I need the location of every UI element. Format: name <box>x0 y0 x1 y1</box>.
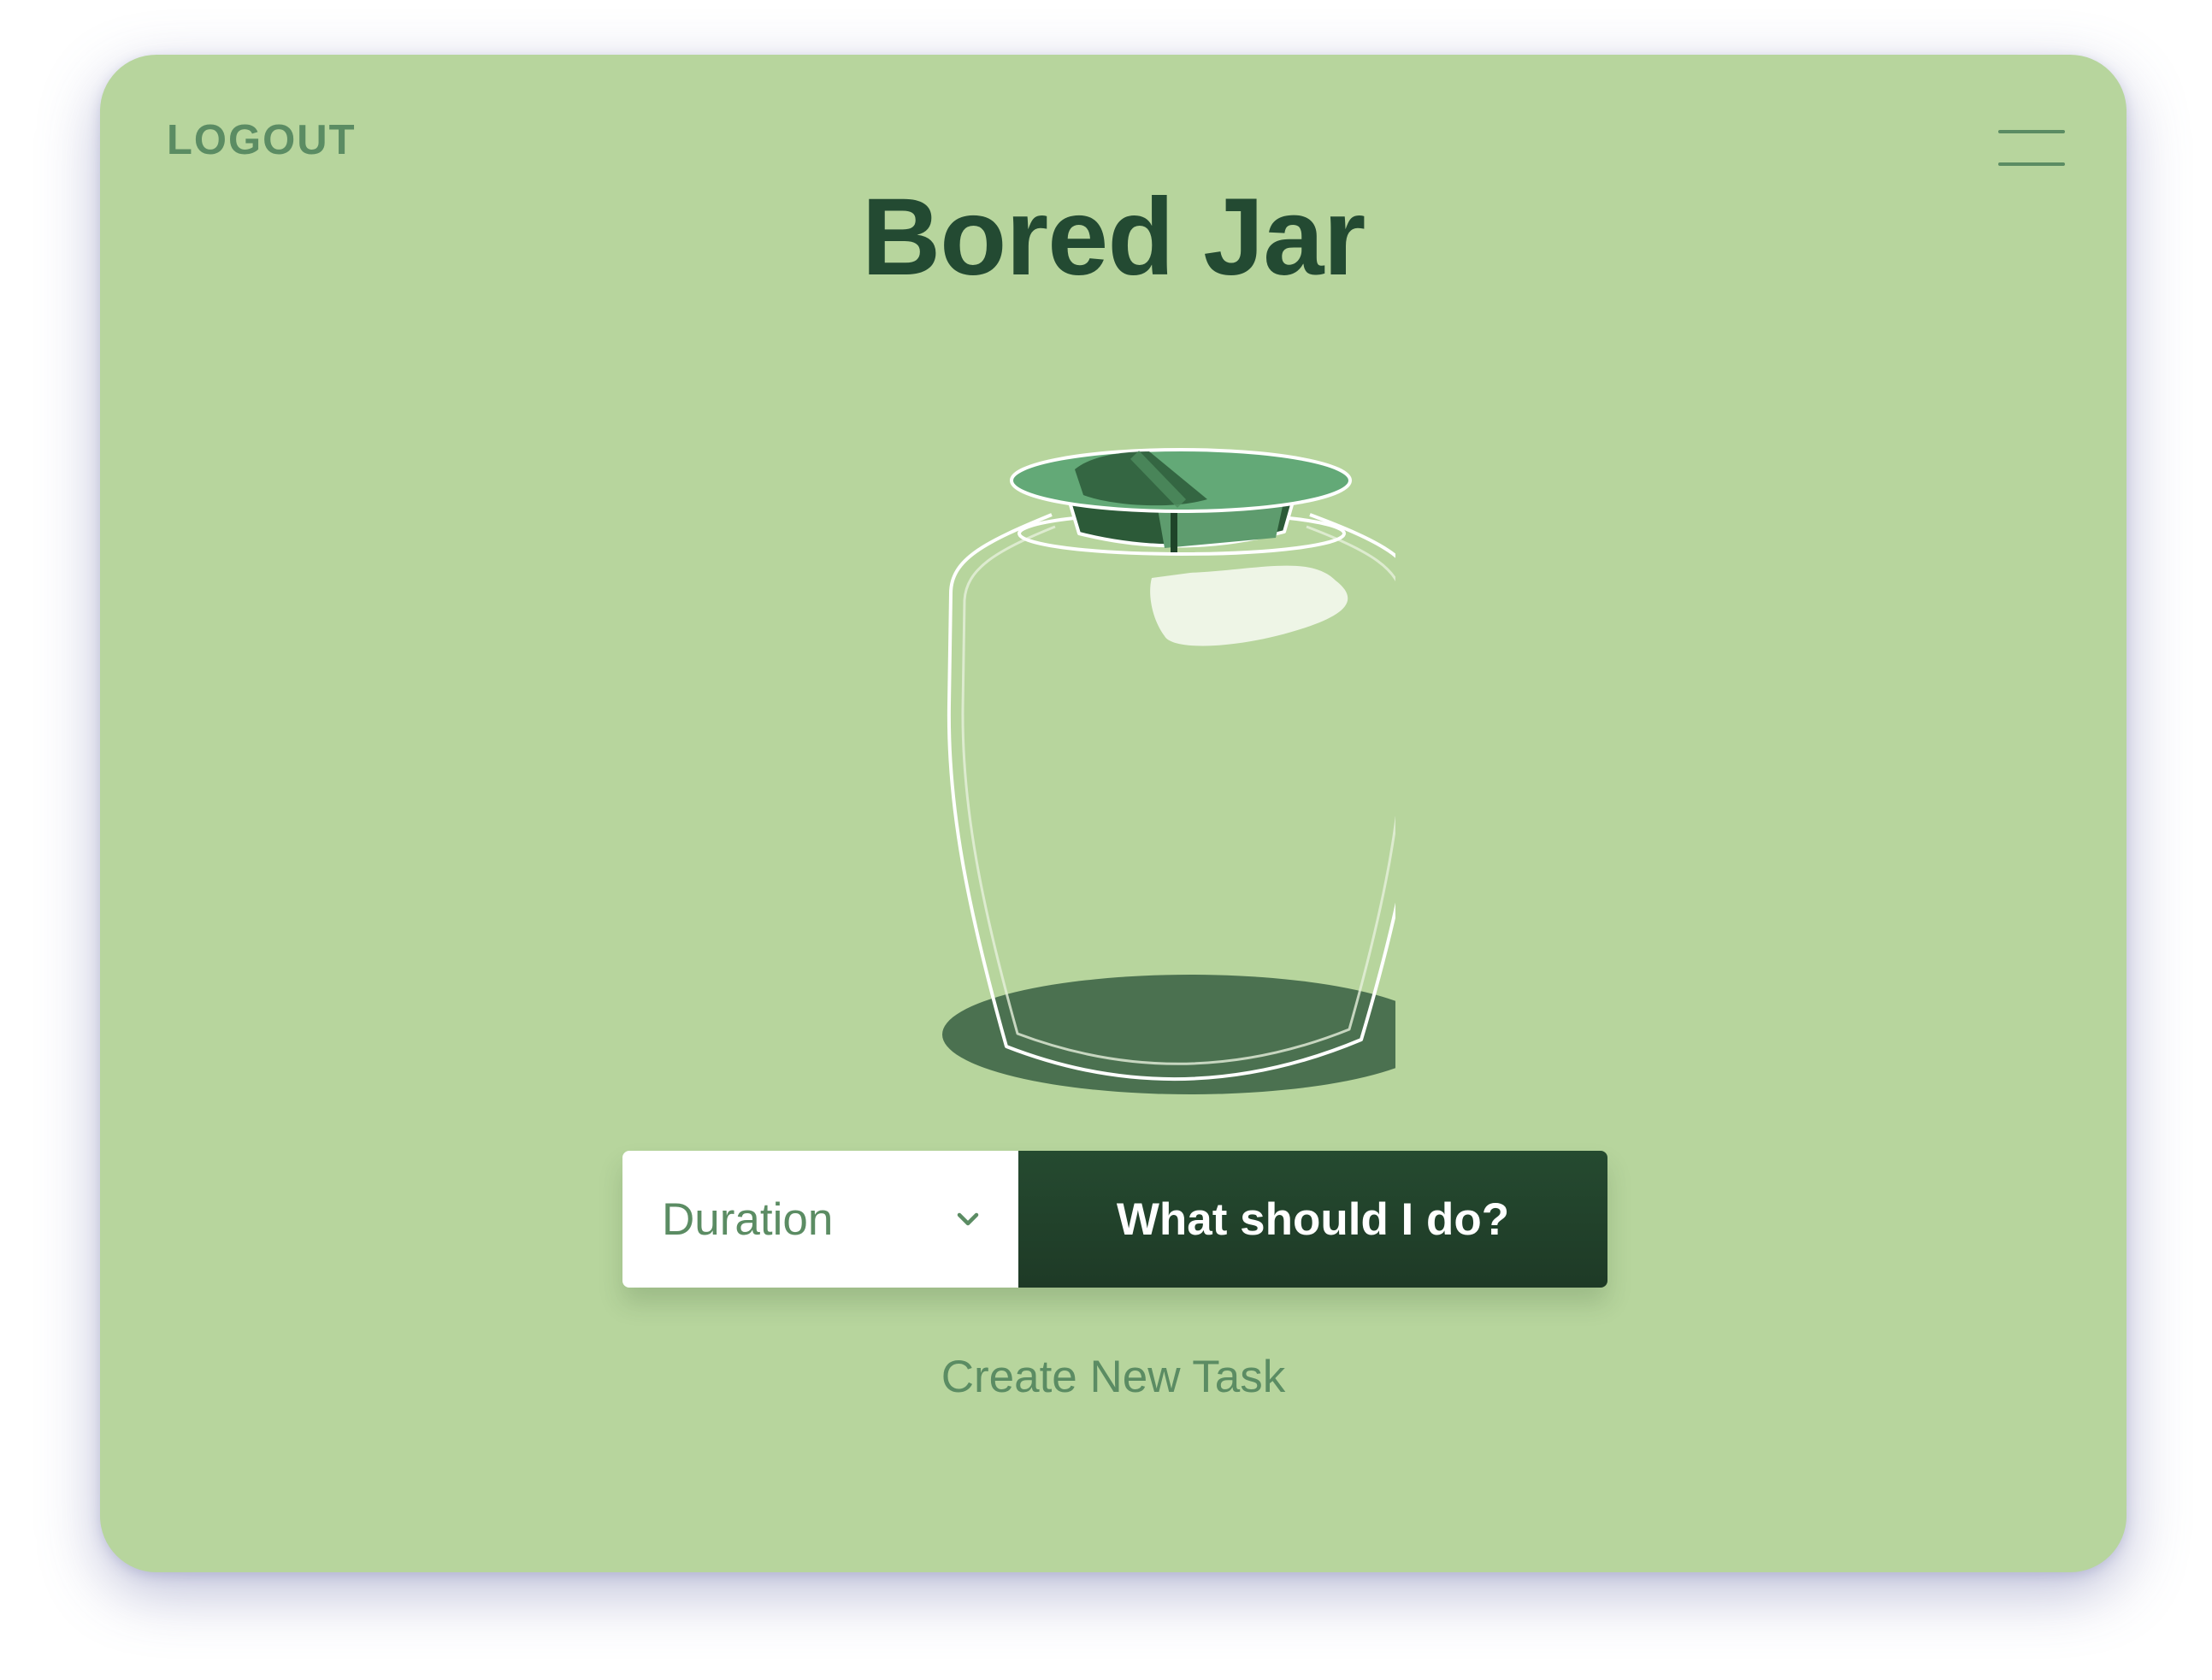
duration-select[interactable]: Duration <box>622 1151 1018 1288</box>
chevron-down-icon <box>957 1212 979 1226</box>
jar-shadow <box>942 975 1395 1094</box>
task-controls: Duration What should I do? <box>622 1151 1607 1288</box>
app-card: LOGOUT Bored Jar Duration What should I … <box>100 55 2126 1572</box>
jar-lid-stripe <box>1171 508 1177 552</box>
jar-highlight <box>1150 565 1348 646</box>
menu-line-top <box>1998 130 2065 133</box>
create-new-task-link[interactable]: Create New Task <box>100 1351 2126 1403</box>
what-should-i-do-button[interactable]: What should I do? <box>1018 1151 1607 1288</box>
logout-link[interactable]: LOGOUT <box>167 120 357 162</box>
hamburger-menu-icon[interactable] <box>1998 130 2065 168</box>
duration-select-value: Duration <box>662 1194 834 1245</box>
page-title: Bored Jar <box>861 176 1366 298</box>
jar-illustration <box>942 448 1395 1094</box>
menu-line-bottom <box>1998 162 2065 166</box>
